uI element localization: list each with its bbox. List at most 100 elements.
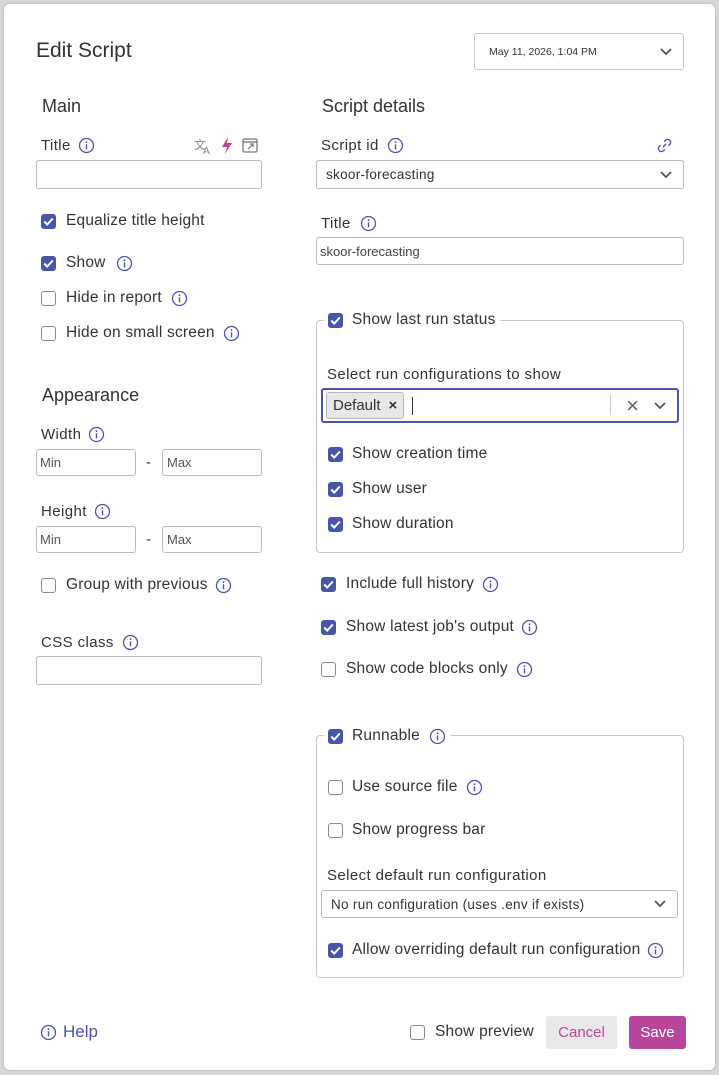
override-checkbox-row[interactable]: Allow overriding default run configurati… [328, 941, 664, 959]
width-max-input[interactable]: Max [162, 449, 262, 476]
width-range-dash: - [146, 454, 151, 471]
default-config-label: Select default run configuration [327, 867, 547, 884]
info-icon[interactable] [122, 634, 139, 651]
hide-report-checkbox-row[interactable]: Hide in report [41, 289, 188, 307]
info-icon [40, 1024, 57, 1040]
main-section-title: Main [42, 96, 82, 116]
info-icon[interactable] [387, 137, 404, 154]
clear-icon[interactable]: × [626, 393, 639, 419]
info-icon[interactable] [466, 779, 483, 796]
code-blocks-checkbox-row[interactable]: Show code blocks only [321, 660, 533, 678]
checkbox-checked[interactable] [41, 213, 56, 229]
full-history-label: Include full history [346, 575, 475, 592]
info-icon[interactable] [360, 215, 377, 232]
duration-label: Show duration [352, 515, 454, 532]
dialog-title: Edit Script [36, 39, 132, 62]
info-icon[interactable] [516, 661, 533, 678]
css-label: CSS class [41, 634, 114, 651]
height-max-placeholder: Max [167, 532, 192, 547]
checkbox-unchecked[interactable] [41, 290, 56, 306]
group-checkbox-row[interactable]: Group with previous [41, 576, 232, 594]
latest-output-checkbox-row[interactable]: Show latest job's output [321, 618, 538, 636]
date-value: May 11, 2026, 1:04 PM [489, 45, 597, 58]
height-max-input[interactable]: Max [162, 526, 262, 553]
source-file-checkbox-row[interactable]: Use source file [328, 778, 483, 796]
run-configs-multiselect[interactable]: Default × × [321, 388, 679, 423]
checkbox-unchecked[interactable] [410, 1024, 425, 1040]
title-input[interactable] [36, 160, 262, 189]
runnable-legend[interactable]: Runnable [324, 727, 451, 745]
edit-script-dialog: Edit Script May 11, 2026, 1:04 PM Main T… [4, 4, 715, 1070]
show-label: Show [66, 254, 106, 271]
title-label: Title [41, 137, 71, 154]
appearance-section-title: Appearance [42, 385, 140, 405]
last-run-legend[interactable]: Show last run status [324, 311, 500, 329]
checkbox-checked[interactable] [321, 619, 336, 635]
info-icon[interactable] [88, 426, 105, 443]
default-config-select[interactable]: No run configuration (uses .env if exist… [321, 890, 678, 918]
date-select[interactable]: May 11, 2026, 1:04 PM [474, 33, 684, 70]
checkbox-checked[interactable] [328, 481, 343, 497]
info-icon[interactable] [116, 255, 133, 272]
info-icon[interactable] [647, 942, 664, 959]
tag-label: Default [333, 397, 381, 414]
script-id-select[interactable]: skoor-forecasting [316, 160, 684, 189]
css-class-input[interactable] [36, 656, 262, 685]
duration-checkbox-row[interactable]: Show duration [328, 515, 454, 533]
tag-remove-icon[interactable]: × [389, 397, 398, 414]
info-icon[interactable] [78, 137, 95, 154]
preview-checkbox-row[interactable]: Show preview [410, 1023, 534, 1041]
checkbox-unchecked[interactable] [328, 779, 343, 795]
checkbox-checked[interactable] [328, 728, 343, 744]
checkbox-checked[interactable] [328, 942, 343, 958]
checkbox-checked[interactable] [321, 576, 336, 592]
details-title-value: skoor-forecasting [320, 243, 420, 259]
info-icon[interactable] [521, 619, 538, 636]
info-icon[interactable] [94, 503, 111, 520]
width-field-label: Width [41, 426, 105, 443]
checkbox-checked[interactable] [41, 255, 56, 271]
width-min-input[interactable]: Min [36, 449, 136, 476]
info-icon[interactable] [171, 290, 188, 307]
script-id-label: Script id [321, 137, 379, 154]
height-min-input[interactable]: Min [36, 526, 136, 553]
open-window-icon[interactable] [242, 138, 258, 153]
creation-time-label: Show creation time [352, 445, 488, 462]
info-icon[interactable] [223, 325, 240, 342]
bolt-icon[interactable] [220, 136, 234, 155]
help-link[interactable]: Help [40, 1022, 98, 1042]
full-history-checkbox-row[interactable]: Include full history [321, 575, 499, 593]
equalize-checkbox-row[interactable]: Equalize title height [41, 212, 205, 230]
info-icon[interactable] [429, 728, 446, 745]
info-icon[interactable] [215, 577, 232, 594]
info-icon[interactable] [482, 576, 499, 593]
last-run-label: Show last run status [352, 311, 496, 328]
preview-label: Show preview [435, 1023, 534, 1040]
checkbox-checked[interactable] [328, 446, 343, 462]
hide-small-checkbox-row[interactable]: Hide on small screen [41, 324, 240, 342]
css-field-label: CSS class [41, 634, 139, 651]
progress-bar-checkbox-row[interactable]: Show progress bar [328, 821, 486, 839]
equalize-label: Equalize title height [66, 212, 205, 229]
checkbox-checked[interactable] [328, 312, 343, 328]
checkbox-unchecked[interactable] [321, 661, 336, 677]
runnable-label: Runnable [352, 727, 420, 744]
hide-small-label: Hide on small screen [66, 324, 215, 341]
creation-time-checkbox-row[interactable]: Show creation time [328, 445, 487, 463]
cancel-button[interactable]: Cancel [546, 1016, 617, 1049]
link-icon[interactable] [656, 137, 673, 154]
details-title-input[interactable]: skoor-forecasting [316, 237, 684, 265]
user-checkbox-row[interactable]: Show user [328, 480, 427, 498]
save-button[interactable]: Save [629, 1016, 686, 1049]
height-range-dash: - [146, 531, 151, 548]
script-id-value: skoor-forecasting [326, 167, 435, 182]
checkbox-unchecked[interactable] [41, 325, 56, 341]
group-label: Group with previous [66, 576, 208, 593]
show-checkbox-row[interactable]: Show [41, 254, 133, 272]
translate-icon[interactable]: 文A [194, 137, 214, 155]
chevron-down-icon[interactable] [653, 401, 667, 411]
checkbox-checked[interactable] [328, 516, 343, 532]
checkbox-unchecked[interactable] [41, 577, 56, 593]
checkbox-unchecked[interactable] [328, 822, 343, 838]
override-label: Allow overriding default run configurati… [352, 941, 641, 958]
